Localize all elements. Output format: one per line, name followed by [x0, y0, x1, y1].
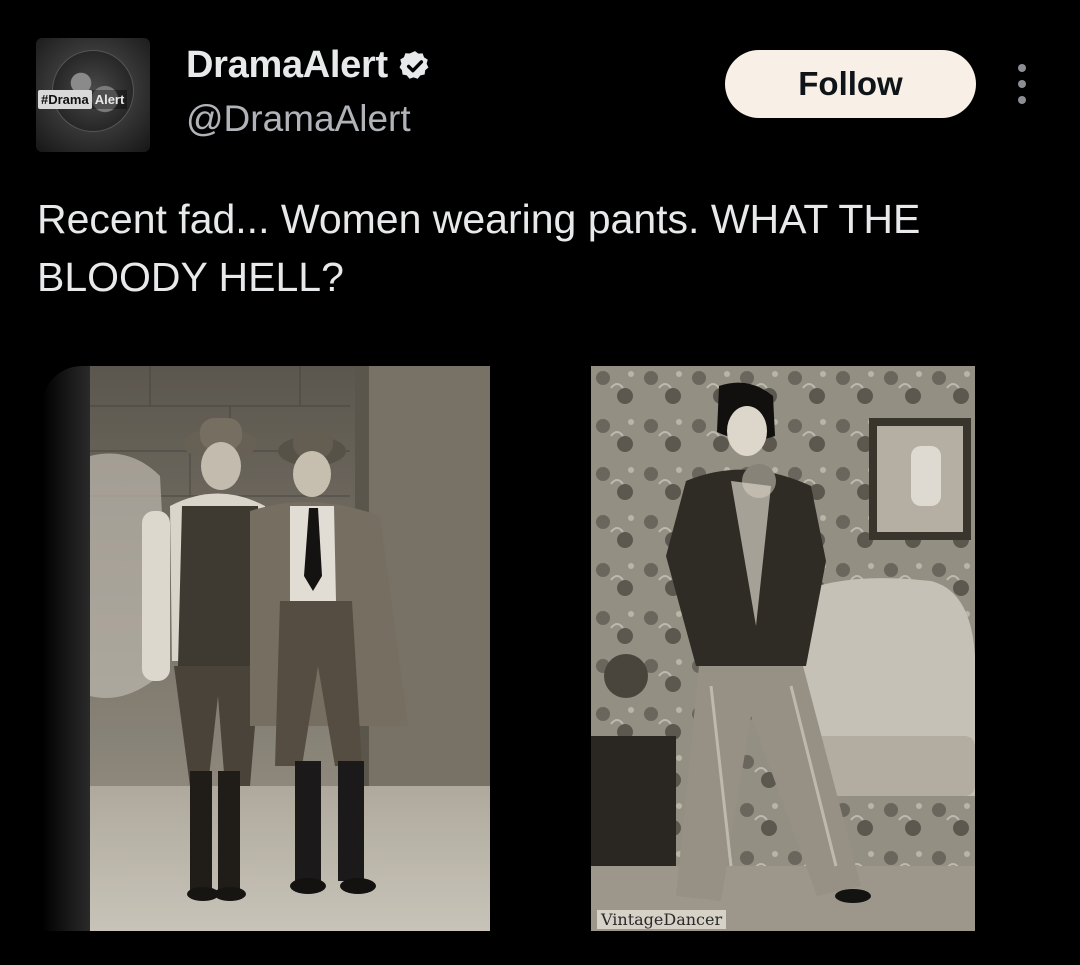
avatar-tag-right: Alert [91, 90, 128, 109]
tweet-text: Recent fad... Women wearing pants. WHAT … [37, 196, 921, 300]
follow-button[interactable]: Follow [725, 50, 976, 118]
photo-two-women-riding-outfits [90, 366, 490, 931]
author-handle[interactable]: @DramaAlert [186, 98, 411, 140]
avatar-tag-left: #Drama [38, 90, 92, 109]
more-dot [1018, 96, 1026, 104]
more-vertical-icon[interactable] [1010, 64, 1034, 104]
tweet[interactable]: #Drama Alert DramaAlert @DramaAlert Foll… [0, 0, 1080, 965]
author-display-name[interactable]: DramaAlert [186, 44, 388, 87]
author-name-row[interactable]: DramaAlert [186, 44, 432, 87]
avatar[interactable]: #Drama Alert [36, 38, 150, 152]
avatar-tag: #Drama Alert [38, 90, 128, 109]
verified-badge-icon [398, 49, 432, 83]
media-edge-shadow [42, 366, 90, 931]
image-watermark: VintageDancer [597, 910, 727, 929]
media-image-left[interactable] [90, 366, 490, 931]
media-image-right[interactable]: VintageDancer [591, 366, 975, 931]
photo-woman-velvet-jacket-wide-trousers [591, 366, 975, 931]
more-dot [1018, 80, 1026, 88]
more-dot [1018, 64, 1026, 72]
